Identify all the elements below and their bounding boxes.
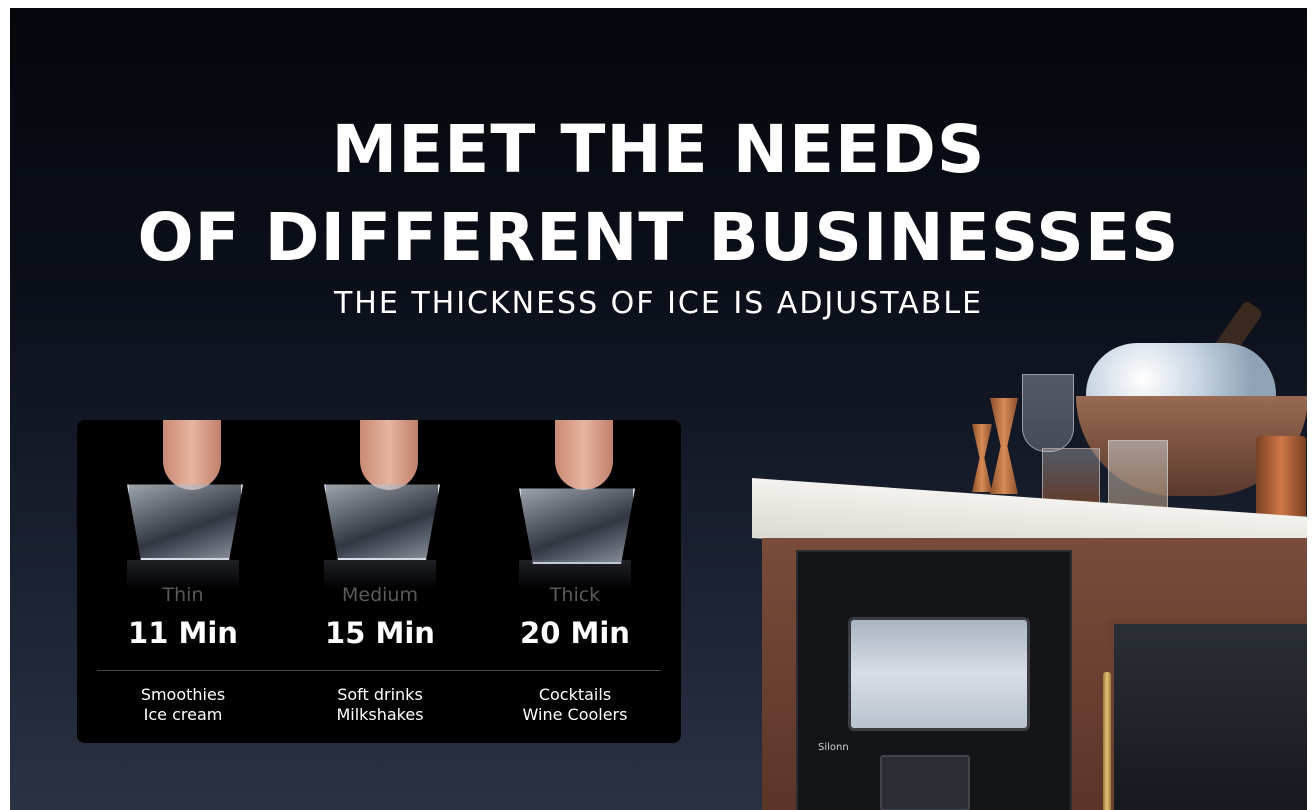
headline: MEET THE NEEDS OF DIFFERENT BUSINESSES [10,106,1307,282]
headline-line-2: OF DIFFERENT BUSINESSES [137,199,1180,276]
ice-uses: Smoothies Ice cream [85,685,281,725]
ice-cube-image [324,484,440,560]
ice-thickness-card: Thin 11 Min Smoothies Ice cream Medium 1… [77,420,681,743]
wine-glass-image [1022,374,1074,452]
ice-uses: Cocktails Wine Coolers [477,685,673,725]
ice-level-label: Medium [342,584,418,606]
ice-use-item: Smoothies [140,685,226,704]
ice-use-item: Ice cream [143,705,223,724]
brand-logo: Silonn [818,742,849,753]
control-panel [880,755,970,810]
finger-image [360,420,418,490]
ice-level-label: Thick [549,584,601,606]
subheadline: THE THICKNESS OF ICE IS ADJUSTABLE [333,286,984,321]
finger-image [555,420,613,490]
wine-cooler-door [1108,618,1307,810]
ice-cube-image [519,488,635,564]
jigger-image [972,424,992,492]
ice-maker-image: Silonn [796,550,1072,810]
ice-uses: Soft drinks Milkshakes [282,685,478,725]
ice-option-medium: Medium 15 Min Soft drinks Milkshakes [282,420,478,743]
finger-image [163,420,221,490]
jigger-image [990,398,1018,494]
ice-pile-image [1086,343,1276,403]
cocktail-glass-image [1108,440,1168,512]
ice-use-item: Milkshakes [336,705,424,724]
ice-option-thin: Thin 11 Min Smoothies Ice cream [85,420,281,743]
ice-maker-window [848,617,1030,731]
ice-option-thick: Thick 20 Min Cocktails Wine Coolers [477,420,673,743]
ice-time-label: 15 Min [325,616,435,650]
ice-time-label: 20 Min [520,616,630,650]
ice-use-item: Wine Coolers [522,705,628,724]
ice-use-item: Soft drinks [337,685,423,704]
headline-line-1: MEET THE NEEDS [331,111,986,188]
ice-use-item: Cocktails [538,685,612,704]
ice-cube-image [127,484,243,560]
ice-level-label: Thin [162,584,204,606]
promo-banner: MEET THE NEEDS OF DIFFERENT BUSINESSES T… [10,8,1307,810]
card-divider [97,670,661,671]
door-handle [1103,672,1111,810]
ice-time-label: 11 Min [128,616,238,650]
